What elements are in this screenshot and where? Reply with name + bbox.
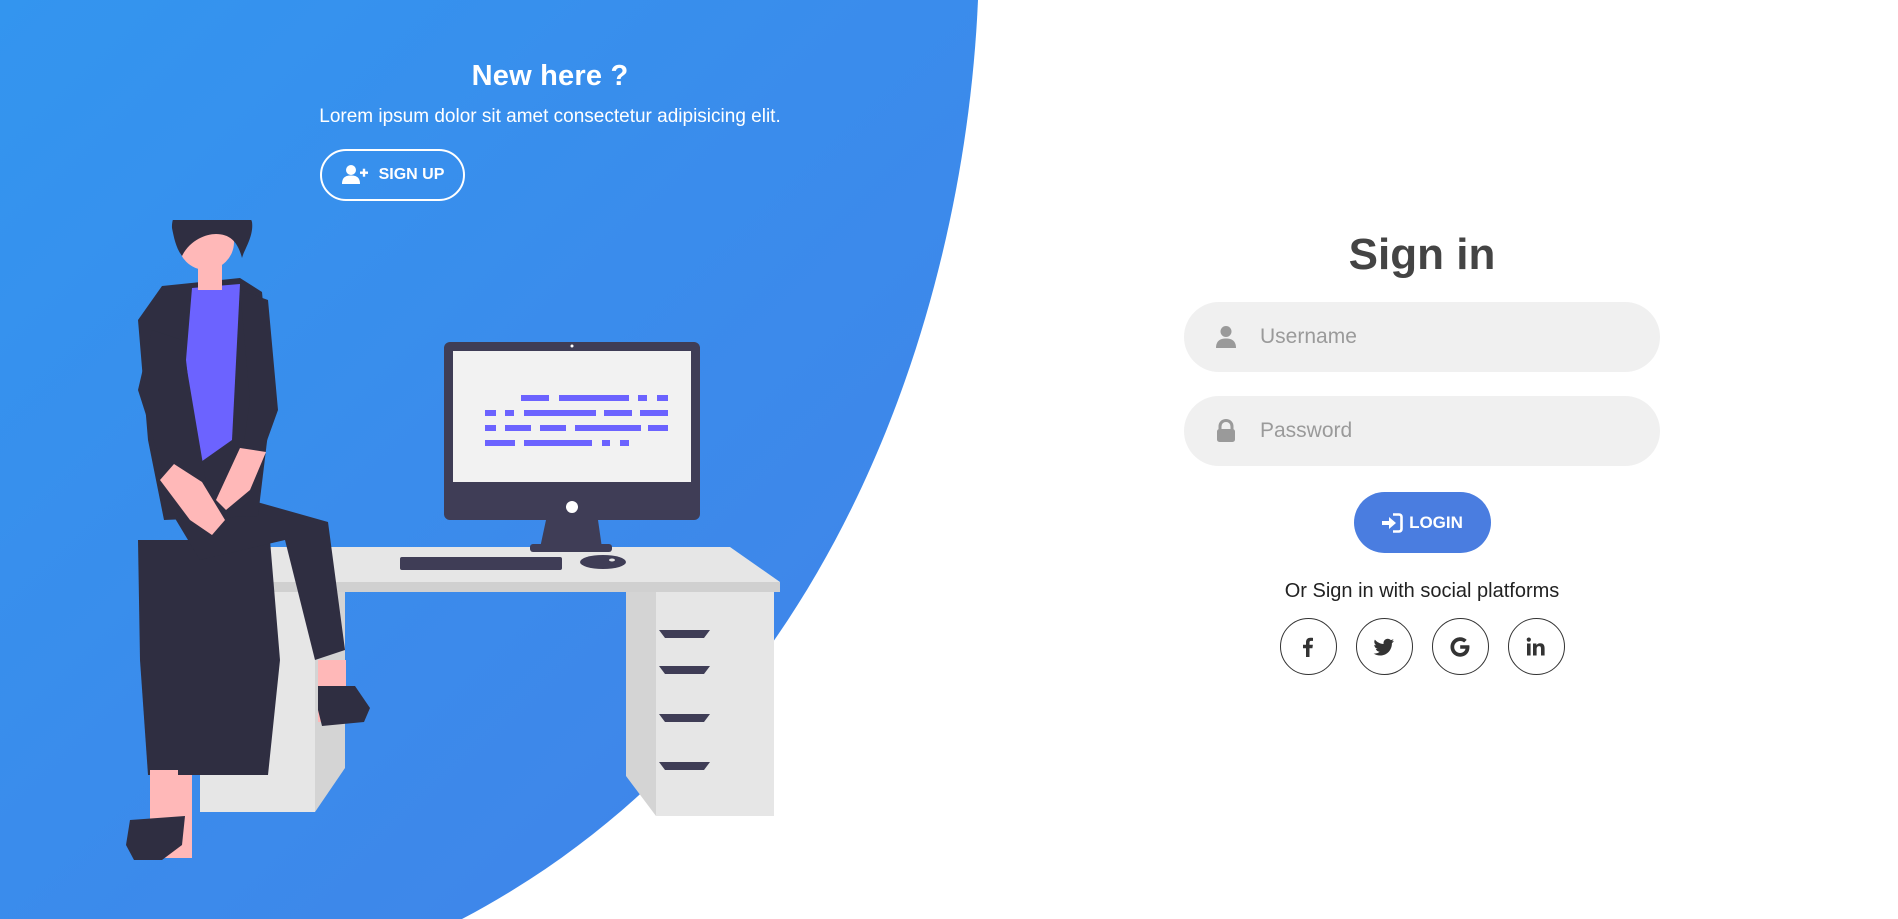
linkedin-button[interactable] — [1507, 618, 1565, 675]
sign-in-title: Sign in — [1348, 230, 1496, 279]
social-sign-in-text: Or Sign in with social platforms — [1284, 580, 1560, 602]
sign-up-label: SIGN UP — [378, 166, 445, 183]
user-plus-icon — [341, 165, 368, 184]
linkedin-icon — [1526, 637, 1545, 655]
panel-description: Lorem ipsum dolor sit amet consectetur a… — [319, 106, 781, 127]
google-icon — [1450, 636, 1470, 657]
login-button[interactable]: LOGIN — [1353, 492, 1491, 553]
lock-icon — [1184, 419, 1268, 443]
left-panel-content: New here ? Lorem ipsum dolor sit amet co… — [300, 60, 800, 129]
sign-in-icon — [1382, 512, 1403, 533]
social-icons-row — [1279, 618, 1565, 675]
google-button[interactable] — [1431, 618, 1489, 675]
password-input[interactable] — [1260, 396, 1660, 466]
twitter-icon — [1373, 638, 1394, 655]
user-icon — [1184, 325, 1268, 349]
twitter-button[interactable] — [1355, 618, 1413, 675]
password-field[interactable] — [1184, 396, 1660, 466]
sign-up-button[interactable]: SIGN UP — [320, 149, 465, 201]
username-field[interactable] — [1184, 302, 1660, 372]
username-input[interactable] — [1260, 302, 1660, 372]
person-at-desk-illustration — [126, 220, 780, 860]
login-label: LOGIN — [1409, 512, 1463, 532]
facebook-icon — [1303, 637, 1313, 657]
facebook-button[interactable] — [1279, 618, 1337, 675]
panel-heading: New here ? — [471, 60, 629, 92]
login-page: New here ? Lorem ipsum dolor sit amet co… — [0, 0, 1898, 919]
sign-in-form: Sign in LOGI — [1184, 230, 1660, 675]
